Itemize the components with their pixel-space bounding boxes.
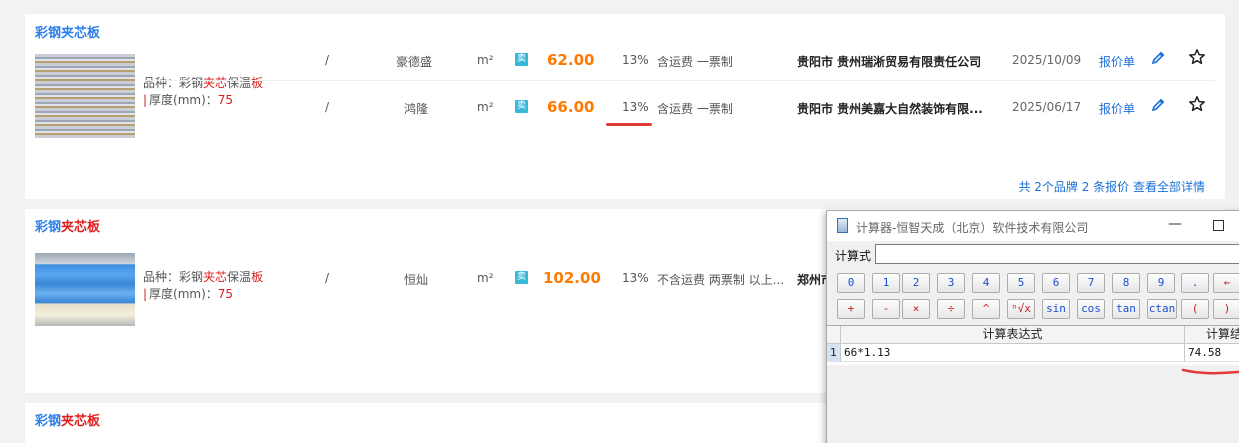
operator-key[interactable]: -	[872, 299, 900, 319]
digit-key[interactable]: 4	[972, 273, 1000, 293]
digit-key[interactable]: 8	[1112, 273, 1140, 293]
date: 2025/06/17	[1012, 100, 1082, 114]
product-spec: 品种：彩钢夹芯保温板 | 厚度(mm)：75	[143, 269, 263, 303]
card-title[interactable]: 彩钢夹芯板	[35, 22, 100, 41]
price: 62.00	[547, 51, 595, 69]
operator-key[interactable]: ctan	[1147, 299, 1177, 319]
digit-key[interactable]: 7	[1077, 273, 1105, 293]
unit-cell: m²	[477, 271, 494, 285]
digit-key[interactable]: 3	[937, 273, 965, 293]
annotation-underline	[1181, 368, 1239, 375]
grid-corner	[827, 326, 841, 344]
annotation-underline	[606, 123, 652, 126]
brand-cell: 鸿隆	[404, 102, 429, 116]
variety-line: 品种：彩钢夹芯保温板	[143, 76, 264, 90]
unit-cell: m²	[477, 100, 494, 114]
operator-key[interactable]: tan	[1112, 299, 1140, 319]
date: 2025/10/09	[1012, 53, 1082, 67]
operator-key[interactable]: ×	[902, 299, 930, 319]
calculator-window: 计算器-恒智天成（北京）软件技术有限公司 — 计算式 计算表达式 计算结 1 6…	[826, 210, 1239, 443]
quote-link[interactable]: 报价单	[1099, 53, 1135, 70]
unit-cell: m²	[477, 53, 494, 67]
view-all-details-link[interactable]: 共 2个品牌 2 条报价 查看全部详情	[1018, 178, 1205, 195]
result-column-header[interactable]: 计算结	[1185, 326, 1239, 344]
digit-key[interactable]: .	[1181, 273, 1209, 293]
title-bar[interactable]: 计算器-恒智天成（北京）软件技术有限公司 —	[827, 211, 1239, 241]
product-card: 彩钢夹芯板 品种：彩钢夹芯保温板 | 厚度(mm)：75 / 豪德盛 m² 卖 6…	[25, 14, 1225, 199]
model-cell: /	[325, 100, 330, 114]
price: 102.00	[543, 269, 601, 287]
variety-line: 品种：彩钢夹芯保温板	[143, 270, 264, 284]
quote-link[interactable]: 报价单	[1099, 100, 1135, 117]
row-divider	[145, 80, 1215, 81]
digit-key[interactable]: 5	[1007, 273, 1035, 293]
card-title[interactable]: 彩钢夹芯板	[35, 216, 100, 235]
terms: 不含运费 两票制 以上...	[657, 273, 785, 287]
brand-cell: 豪德盛	[396, 55, 433, 69]
maximize-icon[interactable]	[1213, 220, 1224, 231]
result-cell[interactable]: 74.58	[1185, 344, 1239, 362]
thickness-line: | 厚度(mm)：75	[143, 287, 234, 301]
product-image[interactable]	[35, 253, 135, 326]
digit-key[interactable]: 9	[1147, 273, 1175, 293]
terms: 含运费 一票制	[657, 102, 733, 116]
digit-key[interactable]: 2	[902, 273, 930, 293]
operator-key[interactable]: +	[837, 299, 865, 319]
operator-key[interactable]: ÷	[937, 299, 965, 319]
card-title[interactable]: 彩钢夹芯板	[35, 410, 100, 429]
star-icon[interactable]	[1188, 48, 1206, 66]
row-number[interactable]: 1	[827, 344, 841, 362]
operator-key[interactable]: cos	[1077, 299, 1105, 319]
model-cell: /	[325, 271, 330, 285]
tax-rate: 13%	[622, 53, 649, 67]
digit-key[interactable]: 1	[872, 273, 900, 293]
supplier-link[interactable]: 贵阳市 贵州美嘉大自然装饰有限...	[797, 100, 983, 117]
window-title: 计算器-恒智天成（北京）软件技术有限公司	[856, 221, 1089, 235]
sell-icon: 卖	[515, 271, 528, 284]
sell-icon: 卖	[515, 53, 528, 66]
operator-key[interactable]: )	[1213, 299, 1239, 319]
expression-label: 计算式	[835, 249, 872, 263]
tax-rate: 13%	[622, 100, 649, 114]
expression-column-header[interactable]: 计算表达式	[841, 326, 1185, 344]
digit-key[interactable]: 6	[1042, 273, 1070, 293]
operator-key[interactable]: sin	[1042, 299, 1070, 319]
product-image[interactable]	[35, 54, 135, 138]
model-cell: /	[325, 53, 330, 67]
price: 66.00	[547, 98, 595, 116]
terms: 含运费 一票制	[657, 55, 733, 69]
operator-key[interactable]: (	[1181, 299, 1209, 319]
edit-icon[interactable]	[1150, 97, 1166, 113]
supplier-link[interactable]: 贵阳市 贵州瑞淅贸易有限责任公司	[797, 53, 981, 70]
thickness-line: | 厚度(mm)：75	[143, 93, 234, 107]
sell-icon: 卖	[515, 100, 528, 113]
expression-input[interactable]	[875, 244, 1239, 264]
expression-cell[interactable]: 66*1.13	[841, 344, 1185, 362]
brand-cell: 恒灿	[404, 273, 429, 287]
digit-key[interactable]: 0	[837, 273, 865, 293]
tax-rate: 13%	[622, 271, 649, 285]
history-grid: 计算表达式 计算结 1 66*1.13 74.58	[827, 325, 1239, 365]
digit-key[interactable]: ←	[1213, 273, 1239, 293]
edit-icon[interactable]	[1150, 50, 1166, 66]
minimize-icon[interactable]: —	[1167, 216, 1183, 234]
operator-key[interactable]: ^	[972, 299, 1000, 319]
calculator-app-icon	[837, 218, 848, 233]
star-icon[interactable]	[1188, 95, 1206, 113]
operator-key[interactable]: ⁿ√x	[1007, 299, 1035, 319]
